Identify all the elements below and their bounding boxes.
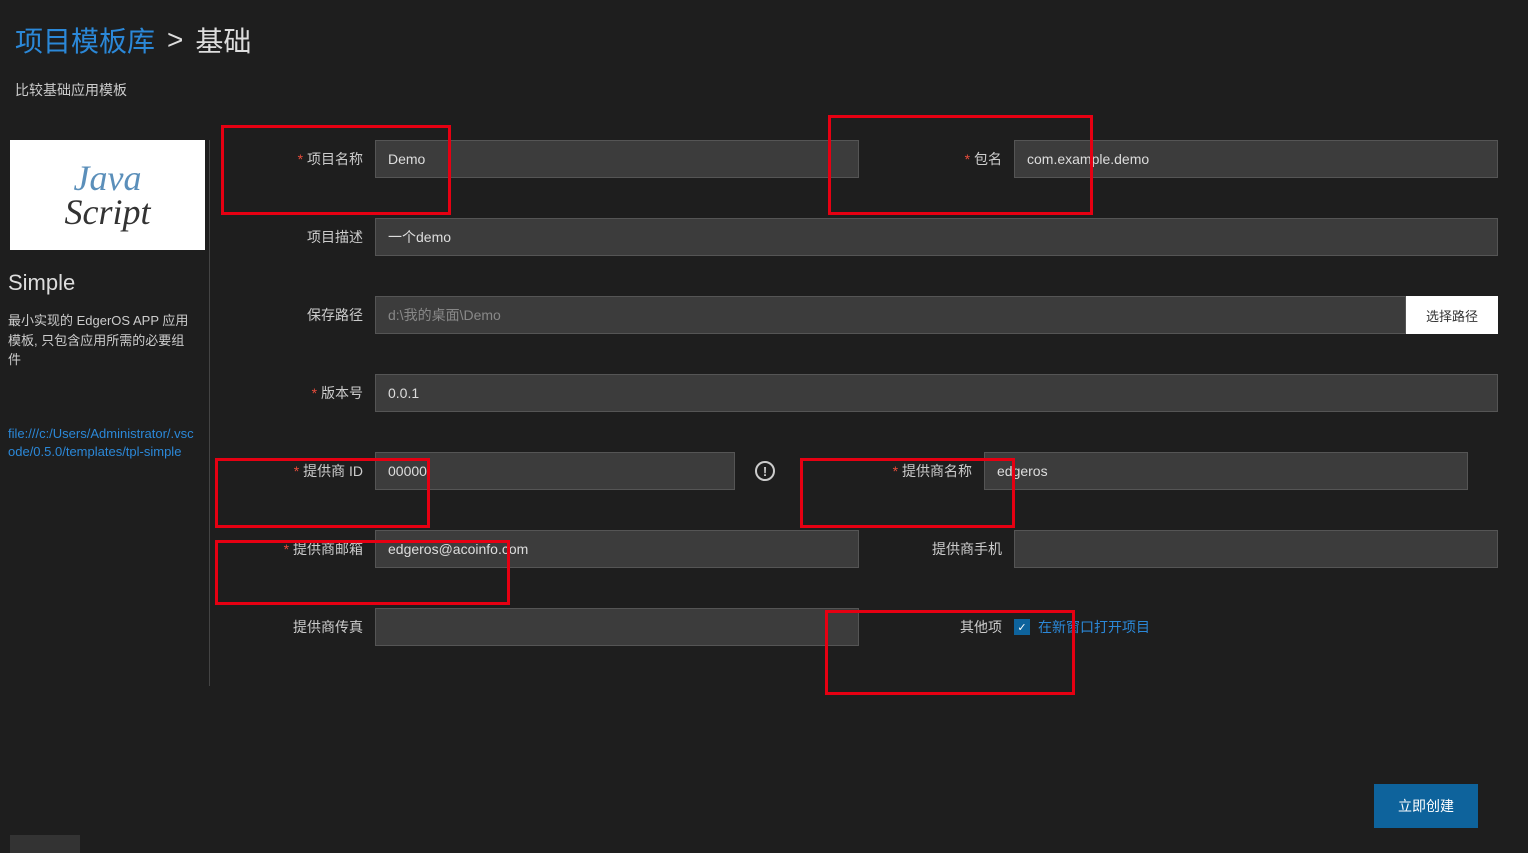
label-description: 项目描述 [270, 227, 375, 247]
field-other: 其他项 ✓ 在新窗口打开项目 [909, 608, 1498, 646]
field-description: 项目描述 [270, 218, 1498, 256]
template-description: 最小实现的 EdgerOS APP 应用模板, 只包含应用所需的必要组件 [0, 311, 203, 370]
input-vendor-email[interactable] [375, 530, 859, 568]
page-header: 项目模板库 > 基础 比较基础应用模板 [0, 0, 1528, 110]
input-project-name[interactable] [375, 140, 859, 178]
breadcrumb: 项目模板库 > 基础 [15, 20, 1513, 60]
field-vendor-fax: 提供商传真 [270, 608, 859, 646]
field-save-path: 保存路径 选择路径 [270, 296, 1498, 334]
create-button[interactable]: 立即创建 [1374, 784, 1478, 828]
browse-button[interactable]: 选择路径 [1406, 296, 1498, 334]
form-area: 项目名称 包名 项目描述 保存路径 选择路径 [210, 140, 1528, 686]
logo-text-top: Java [74, 160, 142, 196]
label-vendor-phone: 提供商手机 [909, 539, 1014, 559]
input-vendor-name[interactable] [984, 452, 1468, 490]
label-vendor-name: 提供商名称 [879, 461, 984, 481]
label-vendor-fax: 提供商传真 [270, 617, 375, 637]
field-vendor-phone: 提供商手机 [909, 530, 1498, 568]
field-vendor-name: 提供商名称 [879, 452, 1468, 490]
template-logo: Java Script [10, 140, 205, 250]
input-description[interactable] [375, 218, 1498, 256]
input-vendor-id[interactable] [375, 452, 735, 490]
logo-text-bottom: Script [65, 194, 151, 230]
breadcrumb-separator: > [167, 24, 183, 56]
field-package-name: 包名 [909, 140, 1498, 178]
input-vendor-phone[interactable] [1014, 530, 1498, 568]
template-title: Simple [8, 270, 203, 296]
field-project-name: 项目名称 [270, 140, 859, 178]
checkbox-new-window[interactable]: ✓ [1014, 619, 1030, 635]
template-path-link[interactable]: file:///c:/Users/Administrator/.vscode/0… [0, 425, 203, 461]
sidebar: Java Script Simple 最小实现的 EdgerOS APP 应用模… [0, 140, 210, 686]
label-package-name: 包名 [909, 149, 1014, 169]
field-vendor-email: 提供商邮箱 [270, 530, 859, 568]
field-version: 版本号 [270, 374, 1498, 412]
breadcrumb-current: 基础 [195, 20, 251, 60]
label-vendor-email: 提供商邮箱 [270, 539, 375, 559]
input-save-path [375, 296, 1406, 334]
label-save-path: 保存路径 [270, 305, 375, 325]
label-version: 版本号 [270, 383, 375, 403]
label-project-name: 项目名称 [270, 149, 375, 169]
input-version[interactable] [375, 374, 1498, 412]
field-vendor-id: 提供商 ID ! [270, 452, 829, 490]
input-package-name[interactable] [1014, 140, 1498, 178]
label-other: 其他项 [909, 617, 1014, 637]
input-vendor-fax[interactable] [375, 608, 859, 646]
breadcrumb-link[interactable]: 项目模板库 [15, 20, 155, 60]
checkbox-label-new-window[interactable]: 在新窗口打开项目 [1038, 617, 1150, 637]
footer-block [10, 835, 80, 853]
info-icon[interactable]: ! [755, 461, 775, 481]
content: Java Script Simple 最小实现的 EdgerOS APP 应用模… [0, 140, 1528, 686]
page-subtitle: 比较基础应用模板 [15, 80, 1513, 100]
label-vendor-id: 提供商 ID [270, 461, 375, 481]
